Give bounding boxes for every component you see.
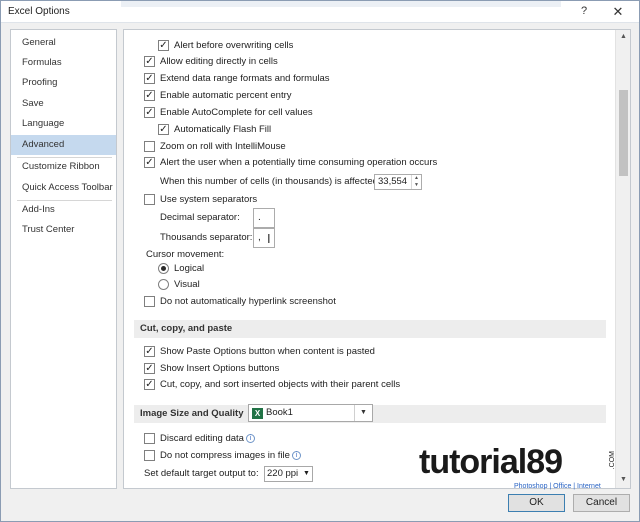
vertical-scrollbar[interactable]: ▲ ▼ [615, 30, 630, 488]
checkbox[interactable]: ✓ [144, 73, 155, 84]
thousands-separator-input[interactable]: , I [253, 228, 275, 248]
radio-button[interactable] [158, 279, 169, 290]
default-output-label: Set default target output to: [144, 468, 259, 479]
option-label: Zoom on roll with IntelliMouse [160, 141, 286, 152]
nav-item-language[interactable]: Language [11, 114, 116, 134]
section-cut-copy-paste: Cut, copy, and paste [134, 320, 606, 338]
chevron-down-icon[interactable]: ▼ [301, 467, 312, 481]
nav-item-advanced[interactable]: Advanced [11, 135, 116, 155]
checkbox[interactable]: ✓ [144, 157, 155, 168]
checkbox[interactable] [144, 194, 155, 205]
text-cursor-icon: I [267, 231, 271, 246]
checkbox[interactable] [144, 450, 155, 461]
spinner-value: 33,554 [378, 176, 408, 187]
nav-item-proofing[interactable]: Proofing [11, 73, 116, 93]
checkbox[interactable]: ✓ [144, 379, 155, 390]
cursor-movement-label: Cursor movement: [146, 249, 225, 260]
checkbox[interactable]: ✓ [158, 40, 169, 51]
option-label-text: Discard editing data [160, 433, 244, 444]
scroll-down-icon[interactable]: ▼ [619, 476, 628, 483]
scroll-thumb[interactable] [619, 90, 628, 176]
option-label: Show Insert Options buttons [160, 363, 280, 374]
title-bar: Excel Options ? ✕ [1, 1, 639, 23]
option-label: Alert before overwriting cells [174, 40, 294, 51]
workbook-select[interactable]: X Book1 ▼ [248, 404, 373, 422]
cancel-button[interactable]: Cancel [573, 494, 630, 512]
checkbox[interactable]: ✓ [158, 124, 169, 135]
checkbox[interactable]: ✓ [144, 90, 155, 101]
option-label: Alert the user when a potentially time c… [160, 157, 438, 168]
help-button[interactable]: ? [576, 5, 592, 19]
checkbox[interactable]: ✓ [144, 346, 155, 357]
nav-item-save[interactable]: Save [11, 94, 116, 114]
info-icon[interactable]: i [291, 451, 301, 460]
watermark-logo: tutorial89 Photoshop | Office | Internet… [419, 443, 619, 495]
default-output-select[interactable]: 220 ppi ▼ [264, 466, 313, 482]
excel-file-icon: X [252, 408, 263, 419]
radio-dot [161, 266, 166, 271]
scroll-up-icon[interactable]: ▲ [619, 33, 628, 40]
nav-item-quick-access-toolbar[interactable]: Quick Access Toolbar [11, 178, 116, 198]
watermark-tagline: Photoshop | Office | Internet [514, 483, 601, 490]
checkbox[interactable]: ✓ [144, 56, 155, 67]
input-value: . [258, 212, 261, 223]
checkbox[interactable] [144, 433, 155, 444]
cells-affected-spinner[interactable]: 33,554 ▲ ▼ [374, 174, 422, 190]
checkbox[interactable] [144, 141, 155, 152]
cells-affected-label: When this number of cells (in thousands)… [160, 176, 381, 187]
info-icon[interactable]: i [245, 434, 255, 443]
option-label: Enable automatic percent entry [160, 90, 292, 101]
window-title: Excel Options [8, 6, 70, 17]
option-label: Visual [174, 279, 200, 290]
nav-item-general[interactable]: General [11, 33, 116, 53]
nav-item-add-ins[interactable]: Add-Ins [11, 200, 116, 220]
ok-button[interactable]: OK [508, 494, 565, 512]
checkbox[interactable]: ✓ [144, 107, 155, 118]
decimal-separator-input[interactable]: . [253, 208, 275, 228]
option-label: Do not automatically hyperlink screensho… [160, 296, 336, 307]
option-label: Logical [174, 263, 205, 274]
option-label: Automatically Flash Fill [174, 124, 272, 135]
category-sidebar: General Formulas Proofing Save Language … [10, 29, 117, 489]
background-window-strip [121, 1, 561, 7]
chevron-down-icon[interactable]: ▼ [354, 405, 372, 421]
nav-item-customize-ribbon[interactable]: Customize Ribbon [11, 157, 116, 177]
advanced-options-panel: ✓ Alert before overwriting cells ✓ Allow… [123, 29, 631, 489]
close-button[interactable]: ✕ [601, 3, 635, 21]
nav-item-trust-center[interactable]: Trust Center [11, 220, 116, 240]
select-value: Book1 [266, 407, 293, 418]
excel-options-dialog: Excel Options ? ✕ General Formulas Proof… [0, 0, 640, 522]
watermark-text: tutorial89 [419, 443, 563, 481]
checkbox[interactable]: ✓ [144, 363, 155, 374]
spinner-arrows-icon[interactable]: ▲ ▼ [411, 175, 421, 189]
option-label: Allow editing directly in cells [160, 56, 278, 67]
option-label: Extend data range formats and formulas [160, 73, 330, 84]
input-value: , [258, 232, 261, 243]
option-label: Show Paste Options button when content i… [160, 346, 375, 357]
option-label: Enable AutoComplete for cell values [160, 107, 313, 118]
decimal-separator-label: Decimal separator: [160, 212, 240, 223]
radio-button[interactable] [158, 263, 169, 274]
option-label-text: Do not compress images in file [160, 450, 290, 461]
option-label: Do not compress images in file i [160, 449, 301, 463]
nav-item-formulas[interactable]: Formulas [11, 53, 116, 73]
option-label: Use system separators [160, 194, 258, 205]
watermark-domain: .COM [609, 451, 616, 470]
select-value: 220 ppi [267, 468, 299, 479]
option-label: Discard editing data i [160, 432, 255, 446]
option-label: Cut, copy, and sort inserted objects wit… [160, 379, 401, 390]
thousands-separator-label: Thousands separator: [160, 232, 253, 243]
checkbox[interactable] [144, 296, 155, 307]
